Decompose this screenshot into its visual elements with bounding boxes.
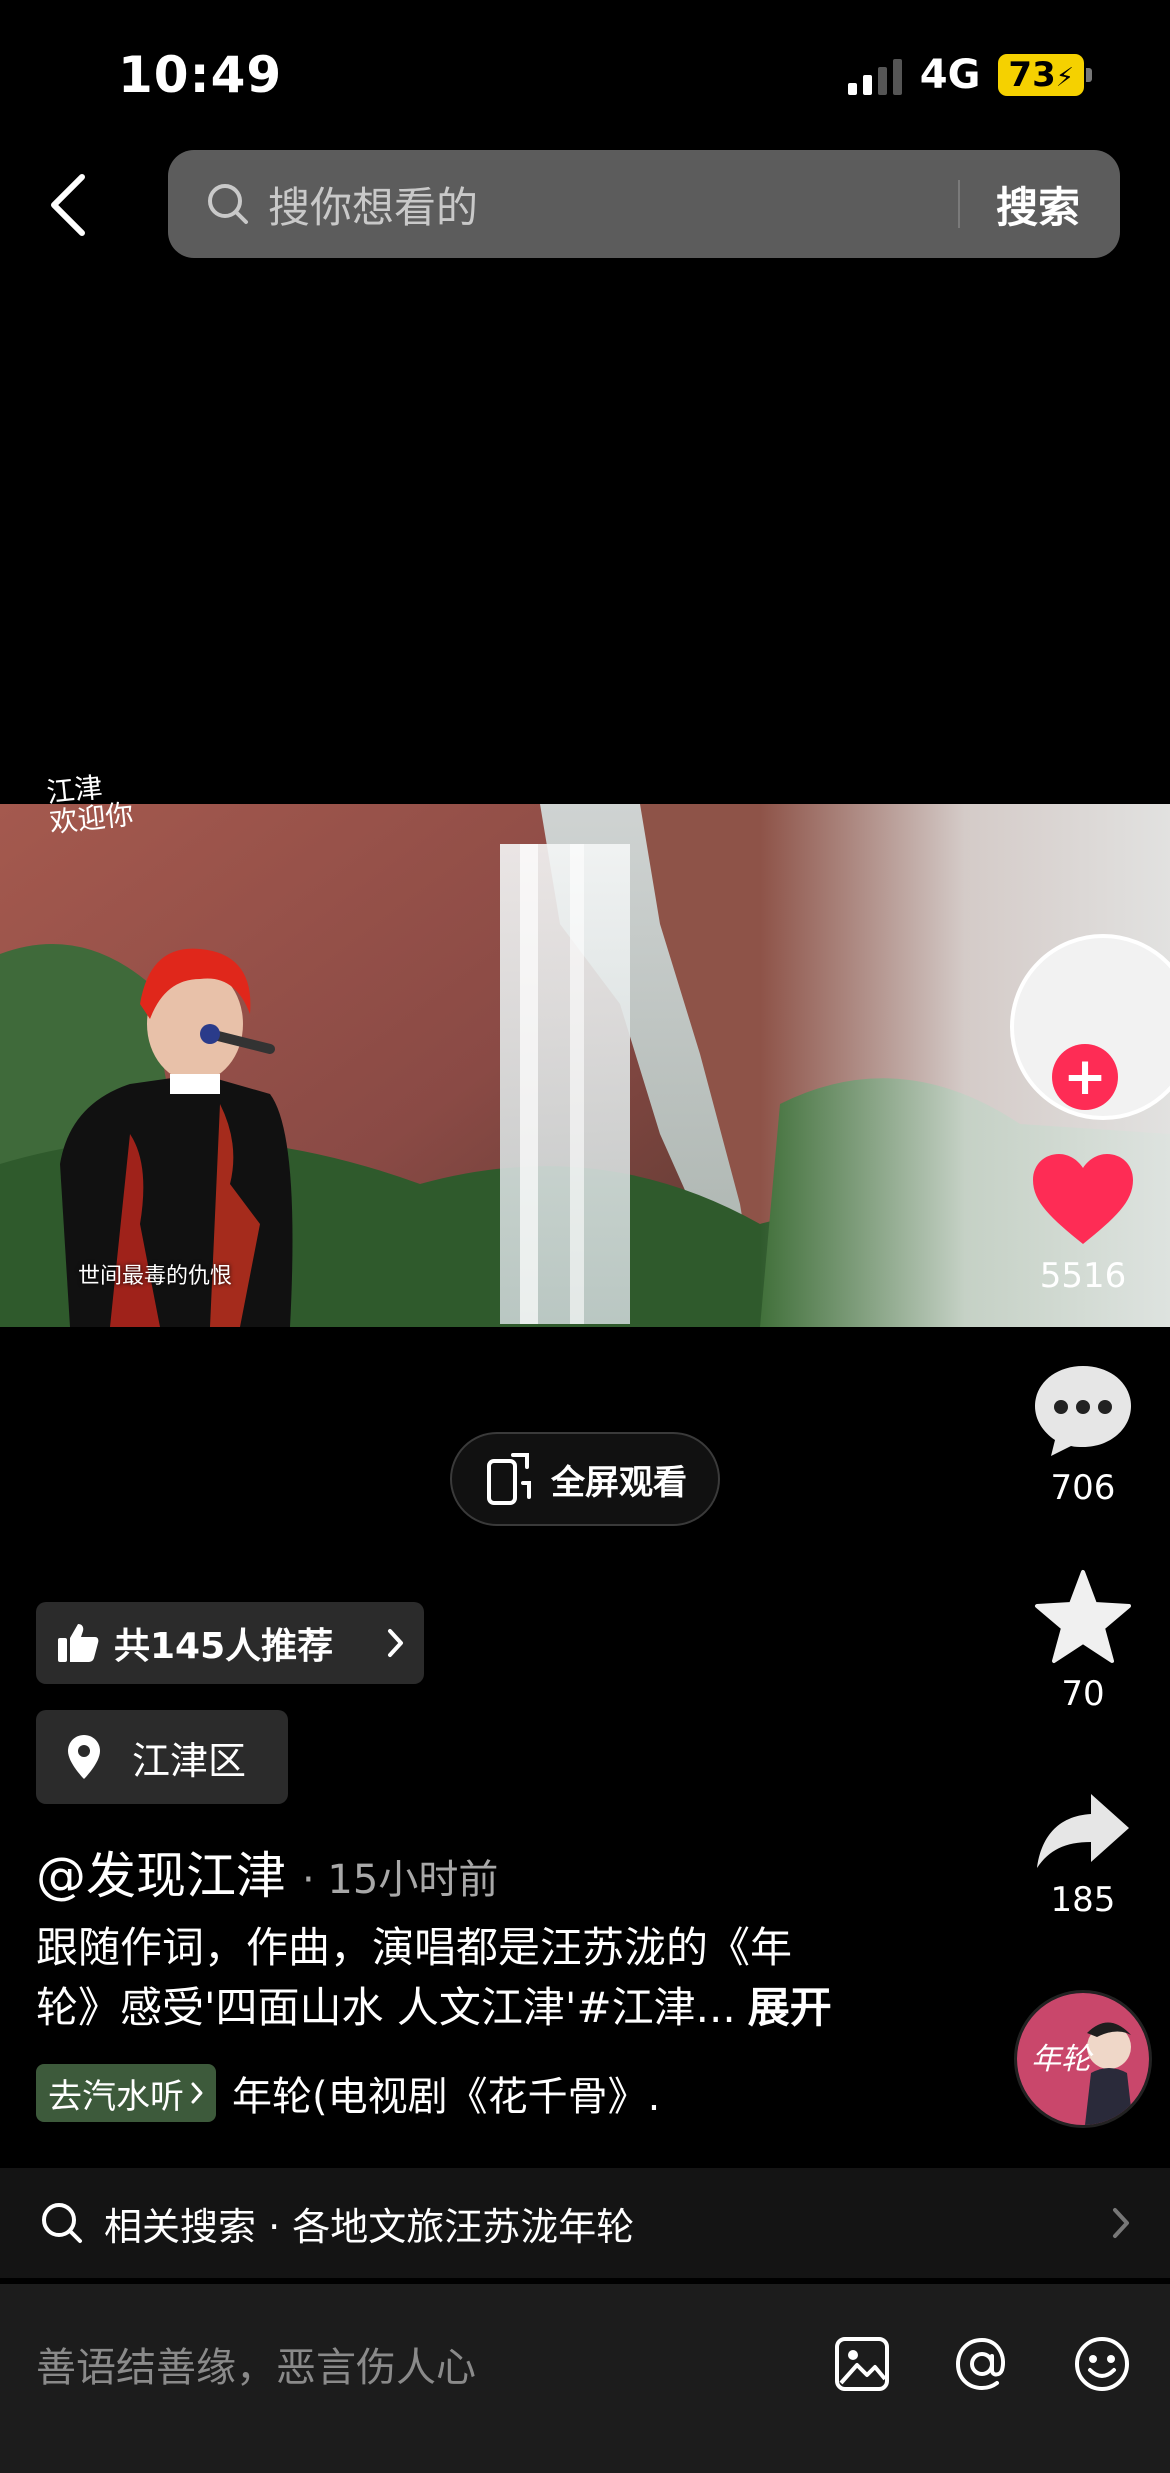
back-button[interactable]	[38, 160, 98, 250]
related-search-bar[interactable]: 相关搜索 · 各地文旅汪苏泷年轮	[0, 2168, 1170, 2278]
like-button[interactable]: 5516	[1008, 1152, 1158, 1296]
search-bar[interactable]: 搜你想看的 搜索	[168, 150, 1120, 258]
video-frame	[0, 804, 1170, 1327]
recommend-label: 共145人推荐	[114, 1626, 334, 1667]
image-button[interactable]	[830, 2332, 894, 2396]
video-watermark-logo: 江津 欢迎你	[45, 770, 135, 840]
caption-line: 跟随作词，作曲，演唱都是汪苏泷的《年	[36, 1923, 793, 1972]
video-player[interactable]	[0, 804, 1170, 1327]
listen-chip-label: 去汽水听	[48, 2076, 184, 2117]
share-button[interactable]: 185	[1008, 1790, 1158, 1920]
fullscreen-label: 全屏观看	[551, 1462, 687, 1503]
at-sign-icon	[955, 2337, 1005, 2390]
search-icon	[42, 2203, 82, 2243]
comment-bar: 善语结善缘，恶言伤人心	[0, 2284, 1170, 2473]
network-type: 4G	[919, 52, 981, 98]
video-subtitle: 世间最毒的仇恨	[78, 1264, 233, 1289]
status-indicators: 4G 73⚡	[847, 52, 1092, 98]
search-divider	[957, 180, 960, 228]
favorite-count: 70	[1061, 1674, 1105, 1714]
recommend-chip[interactable]: 共145人推荐	[36, 1602, 424, 1684]
svg-text:年轮: 年轮	[1031, 2042, 1094, 2077]
star-icon	[1035, 1570, 1131, 1663]
comment-bubble-icon	[1035, 1366, 1131, 1456]
fullscreen-button[interactable]: 全屏观看	[450, 1432, 720, 1526]
image-icon	[835, 2336, 889, 2391]
album-cover-icon: 年轮	[1017, 1993, 1149, 2125]
location-chip[interactable]: 江津区	[36, 1710, 288, 1804]
music-row[interactable]: 去汽水听 年轮(电视剧《花千骨》.	[36, 2064, 660, 2122]
smiley-icon	[1075, 2336, 1129, 2391]
comment-input[interactable]: 善语结善缘，恶言伤人心	[36, 2335, 774, 2393]
search-button[interactable]: 搜索	[996, 174, 1080, 235]
search-input[interactable]: 搜你想看的	[268, 174, 958, 235]
post-caption[interactable]: 跟随作词，作曲，演唱都是汪苏泷的《年 轮》感受'四面山水 人文江津'#江津...…	[36, 1918, 916, 2038]
post-time: · 15小时前	[302, 1857, 499, 1903]
comment-button[interactable]: 706	[1008, 1362, 1158, 1508]
rotate-screen-icon	[487, 1453, 531, 1505]
related-search-label: 相关搜索 · 各地文旅汪苏泷年轮	[104, 2204, 635, 2249]
heart-icon	[1033, 1154, 1133, 1244]
caption-line: 轮》感受'四面山水 人文江津'#江津...	[36, 1983, 736, 2032]
favorite-button[interactable]: 70	[1008, 1568, 1158, 1714]
share-count: 185	[1050, 1880, 1116, 1920]
share-arrow-icon	[1037, 1794, 1129, 1868]
thumbs-up-icon	[58, 1624, 99, 1662]
chevron-right-icon	[1113, 2208, 1129, 2238]
expand-link[interactable]: 展开	[748, 1983, 832, 2032]
mention-button[interactable]	[950, 2332, 1014, 2396]
chevron-left-icon	[51, 174, 85, 236]
emoji-button[interactable]	[1070, 2332, 1134, 2396]
music-disc[interactable]: 年轮	[1014, 1990, 1152, 2128]
music-title[interactable]: 年轮(电视剧《花千骨》.	[232, 2064, 660, 2122]
like-count: 5516	[1039, 1256, 1127, 1296]
author-name[interactable]: @发现江津	[36, 1836, 286, 1908]
status-time: 10:49	[118, 46, 283, 104]
comment-count: 706	[1050, 1468, 1116, 1508]
author-avatar[interactable]: +	[1010, 934, 1170, 1120]
follow-button[interactable]: +	[1052, 1044, 1118, 1110]
chevron-right-icon	[191, 2082, 203, 2104]
listen-in-qishui-button[interactable]: 去汽水听	[36, 2064, 216, 2122]
battery-icon: 73⚡	[998, 54, 1092, 96]
location-label: 江津区	[132, 1738, 247, 1783]
author-row: @发现江津 · 15小时前	[36, 1836, 498, 1908]
location-pin-icon	[68, 1735, 100, 1779]
search-icon	[208, 184, 248, 224]
chevron-right-icon	[388, 1629, 403, 1657]
battery-level: 73	[1008, 55, 1056, 95]
signal-icon	[847, 55, 902, 95]
